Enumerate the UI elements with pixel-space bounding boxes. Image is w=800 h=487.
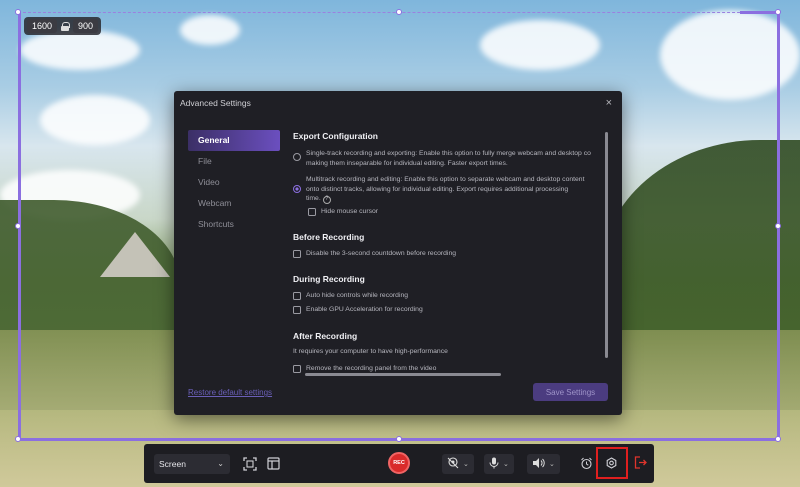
region-width-field[interactable]: 1600	[27, 19, 58, 33]
recording-toolbar: Screen ⌄ REC ⌄ ⌄ ⌄	[144, 444, 654, 483]
capture-mode-dropdown[interactable]: Screen ⌄	[154, 454, 230, 474]
record-button[interactable]: REC	[388, 452, 410, 474]
webcam-toggle[interactable]: ⌄	[442, 454, 474, 474]
multitrack-label-3: time.	[306, 195, 321, 202]
close-icon[interactable]: ×	[606, 97, 612, 109]
resize-handle-bottom[interactable]	[396, 436, 402, 442]
section-title-after: After Recording	[293, 331, 358, 341]
section-title-export: Export Configuration	[293, 131, 378, 141]
resize-handle-left[interactable]	[15, 223, 21, 229]
restore-defaults-link[interactable]: Restore default settings	[188, 388, 272, 397]
chevron-down-icon: ⌄	[217, 459, 224, 468]
section-title-during: During Recording	[293, 274, 365, 284]
alarm-clock-icon[interactable]	[580, 457, 593, 472]
option-auto-hide[interactable]: Auto hide controls while recording	[293, 291, 408, 301]
microphone-toggle[interactable]: ⌄	[484, 454, 514, 474]
lock-icon[interactable]	[61, 21, 71, 31]
settings-content: Export Configuration Single-track record…	[293, 130, 606, 375]
sidebar-item-shortcuts[interactable]: Shortcuts	[188, 214, 280, 235]
save-settings-button[interactable]: Save Settings	[533, 383, 608, 401]
sidebar-item-video[interactable]: Video	[188, 172, 280, 193]
resize-handle-bottom-left[interactable]	[15, 436, 21, 442]
single-track-label-2: making them inseparable for individual e…	[306, 159, 508, 167]
chevron-down-icon[interactable]: ⌄	[549, 460, 555, 468]
vertical-scrollbar[interactable]	[605, 132, 608, 358]
auto-hide-checkbox[interactable]	[293, 292, 301, 300]
resize-handle-top-right[interactable]	[775, 9, 781, 15]
capture-region-top-edge[interactable]	[740, 11, 780, 14]
capture-mode-value: Screen	[159, 459, 186, 469]
settings-sidebar: General File Video Webcam Shortcuts	[188, 130, 280, 235]
exit-icon[interactable]	[634, 456, 647, 472]
sidebar-item-general[interactable]: General	[188, 130, 280, 151]
speaker-icon	[532, 457, 545, 472]
resize-handle-top[interactable]	[396, 9, 402, 15]
region-height-field[interactable]: 900	[73, 19, 99, 33]
countdown-label: Disable the 3-second countdown before re…	[306, 250, 457, 257]
auto-hide-label: Auto hide controls while recording	[306, 292, 409, 299]
horizontal-scrollbar[interactable]	[305, 373, 501, 376]
multitrack-label-2: onto distinct tracks, allowing for indiv…	[306, 185, 569, 193]
option-single-track[interactable]: Single-track recording and exporting: En…	[293, 149, 591, 168]
window-select-icon[interactable]	[267, 457, 280, 472]
system-audio-toggle[interactable]: ⌄	[527, 454, 560, 474]
hide-cursor-checkbox[interactable]	[308, 208, 316, 216]
gpu-checkbox[interactable]	[293, 306, 301, 314]
resize-handle-top-left[interactable]	[15, 9, 21, 15]
multitrack-label: Multitrack recording and editing: Enable…	[306, 176, 585, 183]
section-title-before: Before Recording	[293, 232, 365, 242]
option-gpu[interactable]: Enable GPU Acceleration for recording	[293, 305, 423, 315]
option-hide-cursor[interactable]: Hide mouse cursor	[308, 207, 378, 217]
remove-panel-checkbox[interactable]	[293, 365, 301, 373]
multitrack-radio[interactable]	[293, 185, 301, 193]
chevron-down-icon[interactable]: ⌄	[503, 460, 509, 468]
option-countdown[interactable]: Disable the 3-second countdown before re…	[293, 249, 456, 259]
hide-cursor-label: Hide mouse cursor	[321, 208, 379, 215]
gear-icon[interactable]	[605, 457, 618, 472]
dialog-title: Advanced Settings	[180, 98, 251, 108]
webcam-off-icon	[447, 456, 459, 472]
advanced-settings-dialog: Advanced Settings × General File Video W…	[174, 91, 622, 415]
gpu-label: Enable GPU Acceleration for recording	[306, 306, 423, 313]
resize-handle-right[interactable]	[775, 223, 781, 229]
microphone-icon	[489, 457, 499, 472]
region-size-badge: 1600 900	[24, 17, 102, 35]
after-note: It requires your computer to have high-p…	[293, 348, 448, 355]
region-select-icon[interactable]	[243, 457, 257, 473]
sidebar-item-file[interactable]: File	[188, 151, 280, 172]
help-icon[interactable]: ?	[322, 195, 331, 204]
countdown-checkbox[interactable]	[293, 250, 301, 258]
sidebar-item-webcam[interactable]: Webcam	[188, 193, 280, 214]
option-multitrack[interactable]: Multitrack recording and editing: Enable…	[293, 175, 584, 204]
single-track-radio[interactable]	[293, 153, 301, 161]
single-track-label: Single-track recording and exporting: En…	[306, 150, 591, 157]
chevron-down-icon[interactable]: ⌄	[463, 460, 469, 468]
resize-handle-bottom-right[interactable]	[775, 436, 781, 442]
